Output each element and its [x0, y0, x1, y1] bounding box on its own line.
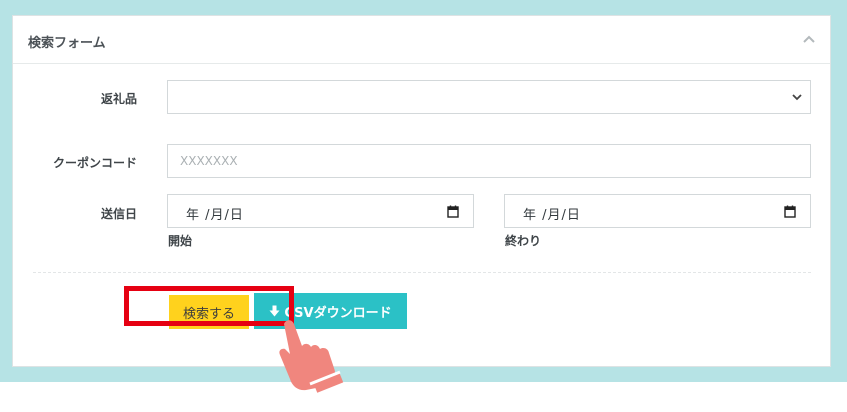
coupon-label: クーポンコード	[52, 156, 137, 170]
chevron-down-icon	[792, 94, 802, 101]
end-date-value: 年 /月/日	[523, 208, 581, 223]
form-divider	[33, 272, 811, 273]
panel-title: 検索フォーム	[28, 36, 106, 51]
start-date-caption: 開始	[168, 234, 193, 248]
start-date-input[interactable]: 年 /月/日	[167, 194, 474, 228]
panel-header[interactable]: 検索フォーム	[13, 16, 830, 64]
calendar-icon[interactable]	[447, 205, 459, 218]
end-date-input[interactable]: 年 /月/日	[504, 194, 811, 228]
start-date-value: 年 /月/日	[186, 208, 244, 223]
chevron-up-icon[interactable]	[802, 34, 816, 44]
pointing-hand-icon	[279, 320, 344, 393]
gift-select[interactable]	[167, 80, 811, 114]
end-date-caption: 終わり	[505, 234, 542, 248]
sent-date-label: 送信日	[100, 207, 137, 221]
highlight-frame	[124, 286, 294, 326]
coupon-code-input[interactable]	[167, 144, 811, 178]
gift-label: 返礼品	[100, 92, 137, 106]
calendar-icon[interactable]	[784, 205, 796, 218]
